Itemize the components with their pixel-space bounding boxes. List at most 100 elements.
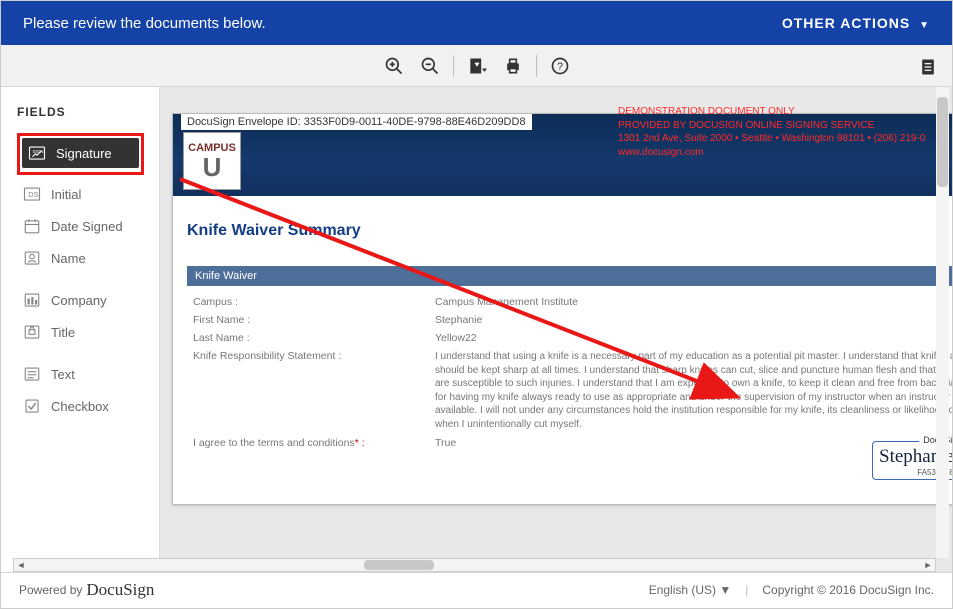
document-page[interactable]: DocuSign Envelope ID: 3353F0D9-0011-40DE… xyxy=(172,113,952,505)
zoom-in-button[interactable] xyxy=(377,49,411,83)
svg-text:SIGN: SIGN xyxy=(33,149,44,154)
demo-watermark: DEMONSTRATION DOCUMENT ONLY PROVIDED BY … xyxy=(618,105,952,159)
field-label: Text xyxy=(51,367,75,382)
footer: Powered by DocuSign English (US) ▼ | Cop… xyxy=(1,572,952,606)
row-firstname: First Name :Stephanie xyxy=(189,312,952,328)
field-name[interactable]: Name xyxy=(17,243,151,273)
zoom-in-icon xyxy=(384,56,404,76)
field-group-divider xyxy=(17,275,151,285)
fields-heading: FIELDS xyxy=(17,105,151,119)
zoom-out-icon xyxy=(420,56,440,76)
field-label: Company xyxy=(51,293,107,308)
vertical-scrollbar[interactable] xyxy=(936,87,949,558)
required-star: * : xyxy=(355,437,365,449)
field-label: Checkbox xyxy=(51,399,109,414)
field-label: Signature xyxy=(56,146,112,161)
field-label: Title xyxy=(51,325,75,340)
lastname-val: Yellow22 xyxy=(431,330,952,346)
scroll-left-arrow-icon[interactable]: ◄ xyxy=(14,559,28,571)
lastname-key: Last Name : xyxy=(189,330,429,346)
field-group-divider xyxy=(17,349,151,359)
top-banner: Please review the documents below. OTHER… xyxy=(1,1,952,45)
download-button[interactable] xyxy=(460,49,494,83)
svg-text:?: ? xyxy=(556,61,562,73)
footer-right: English (US) ▼ | Copyright © 2016 DocuSi… xyxy=(649,583,934,597)
vertical-scroll-thumb[interactable] xyxy=(937,97,948,187)
documents-icon xyxy=(918,56,938,78)
statement-val: I understand that using a knife is a nec… xyxy=(431,348,952,433)
footer-divider: | xyxy=(745,583,748,597)
scroll-right-arrow-icon[interactable]: ► xyxy=(921,559,935,571)
row-campus: Campus :Campus Management Institute xyxy=(189,294,952,310)
demo-line-4: www.docusign.com xyxy=(618,146,952,160)
copyright-label: Copyright © 2016 DocuSign Inc. xyxy=(762,583,934,597)
field-signature[interactable]: SIGN Signature xyxy=(22,138,139,168)
document-header: DocuSign Envelope ID: 3353F0D9-0011-40DE… xyxy=(173,114,952,196)
field-text[interactable]: Text xyxy=(17,359,151,389)
docusign-logo: DocuSign xyxy=(86,580,154,600)
field-date-signed[interactable]: Date Signed xyxy=(17,211,151,241)
document-title: Knife Waiver Summary xyxy=(187,222,952,240)
agree-key-text: I agree to the terms and conditions xyxy=(193,437,355,449)
campus-val: Campus Management Institute xyxy=(431,294,952,310)
demo-line-1: DEMONSTRATION DOCUMENT ONLY xyxy=(618,105,952,119)
documents-panel-button[interactable] xyxy=(914,53,942,81)
field-checkbox[interactable]: Checkbox xyxy=(17,391,151,421)
field-company[interactable]: Company xyxy=(17,285,151,315)
fields-sidebar: FIELDS SIGN Signature DS Initial Date Si… xyxy=(1,87,160,572)
help-button[interactable]: ? xyxy=(543,49,577,83)
powered-by: Powered by DocuSign xyxy=(19,580,154,600)
signature-field-highlight: SIGN Signature xyxy=(17,133,144,175)
initial-icon: DS xyxy=(23,185,41,203)
version-label: Version: 2.1.0. xyxy=(187,457,952,468)
toolbar-icons: ? xyxy=(377,49,577,83)
print-button[interactable] xyxy=(496,49,530,83)
waiver-table: Campus :Campus Management Institute Firs… xyxy=(187,292,952,453)
document-canvas[interactable]: DocuSign Envelope ID: 3353F0D9-0011-40DE… xyxy=(160,87,952,572)
zoom-out-button[interactable] xyxy=(413,49,447,83)
toolbar-divider xyxy=(453,55,454,77)
help-icon: ? xyxy=(550,56,570,76)
powered-label: Powered by xyxy=(19,583,82,597)
toolbar-divider xyxy=(536,55,537,77)
document-body: Knife Waiver Summary Knife Waiver Campus… xyxy=(173,196,952,504)
field-label: Date Signed xyxy=(51,219,123,234)
checkbox-icon xyxy=(23,397,41,415)
company-icon xyxy=(23,291,41,309)
firstname-val: Stephanie xyxy=(431,312,952,328)
logo-u-text: U xyxy=(203,154,222,180)
toolbar: ? xyxy=(1,45,952,87)
campus-key: Campus : xyxy=(189,294,429,310)
statement-key: Knife Responsibility Statement : xyxy=(189,348,429,433)
row-statement: Knife Responsibility Statement :I unders… xyxy=(189,348,952,433)
title-icon xyxy=(23,323,41,341)
language-selector[interactable]: English (US) ▼ xyxy=(649,583,732,597)
firstname-key: First Name : xyxy=(189,312,429,328)
language-label: English (US) xyxy=(649,583,716,597)
main-area: FIELDS SIGN Signature DS Initial Date Si… xyxy=(1,87,952,572)
campus-logo: CAMPUS U xyxy=(183,132,241,190)
review-message: Please review the documents below. xyxy=(23,15,266,32)
name-icon xyxy=(23,249,41,267)
demo-line-3: 1301 2nd Ave, Suite 2000 • Seattle • Was… xyxy=(618,132,952,146)
field-title[interactable]: Title xyxy=(17,317,151,347)
field-initial[interactable]: DS Initial xyxy=(17,179,151,209)
row-lastname: Last Name :Yellow22 xyxy=(189,330,952,346)
horizontal-scroll-thumb[interactable] xyxy=(364,560,434,570)
text-icon xyxy=(23,365,41,383)
demo-line-2: PROVIDED BY DOCUSIGN ONLINE SIGNING SERV… xyxy=(618,119,952,133)
other-actions-button[interactable]: OTHER ACTIONS ▼ xyxy=(782,15,930,31)
print-icon xyxy=(503,56,523,76)
envelope-id: DocuSign Envelope ID: 3353F0D9-0011-40DE… xyxy=(181,114,532,130)
date-icon xyxy=(23,217,41,235)
svg-text:DS: DS xyxy=(28,190,38,199)
horizontal-scrollbar[interactable]: ◄ ► xyxy=(13,558,936,572)
section-header: Knife Waiver xyxy=(187,266,952,286)
download-icon xyxy=(467,56,487,76)
field-label: Initial xyxy=(51,187,81,202)
caret-down-icon: ▼ xyxy=(919,20,930,31)
signature-icon: SIGN xyxy=(28,144,46,162)
row-agree: I agree to the terms and conditions* :Tr… xyxy=(189,435,952,451)
field-label: Name xyxy=(51,251,86,266)
agree-key: I agree to the terms and conditions* : xyxy=(189,435,429,451)
